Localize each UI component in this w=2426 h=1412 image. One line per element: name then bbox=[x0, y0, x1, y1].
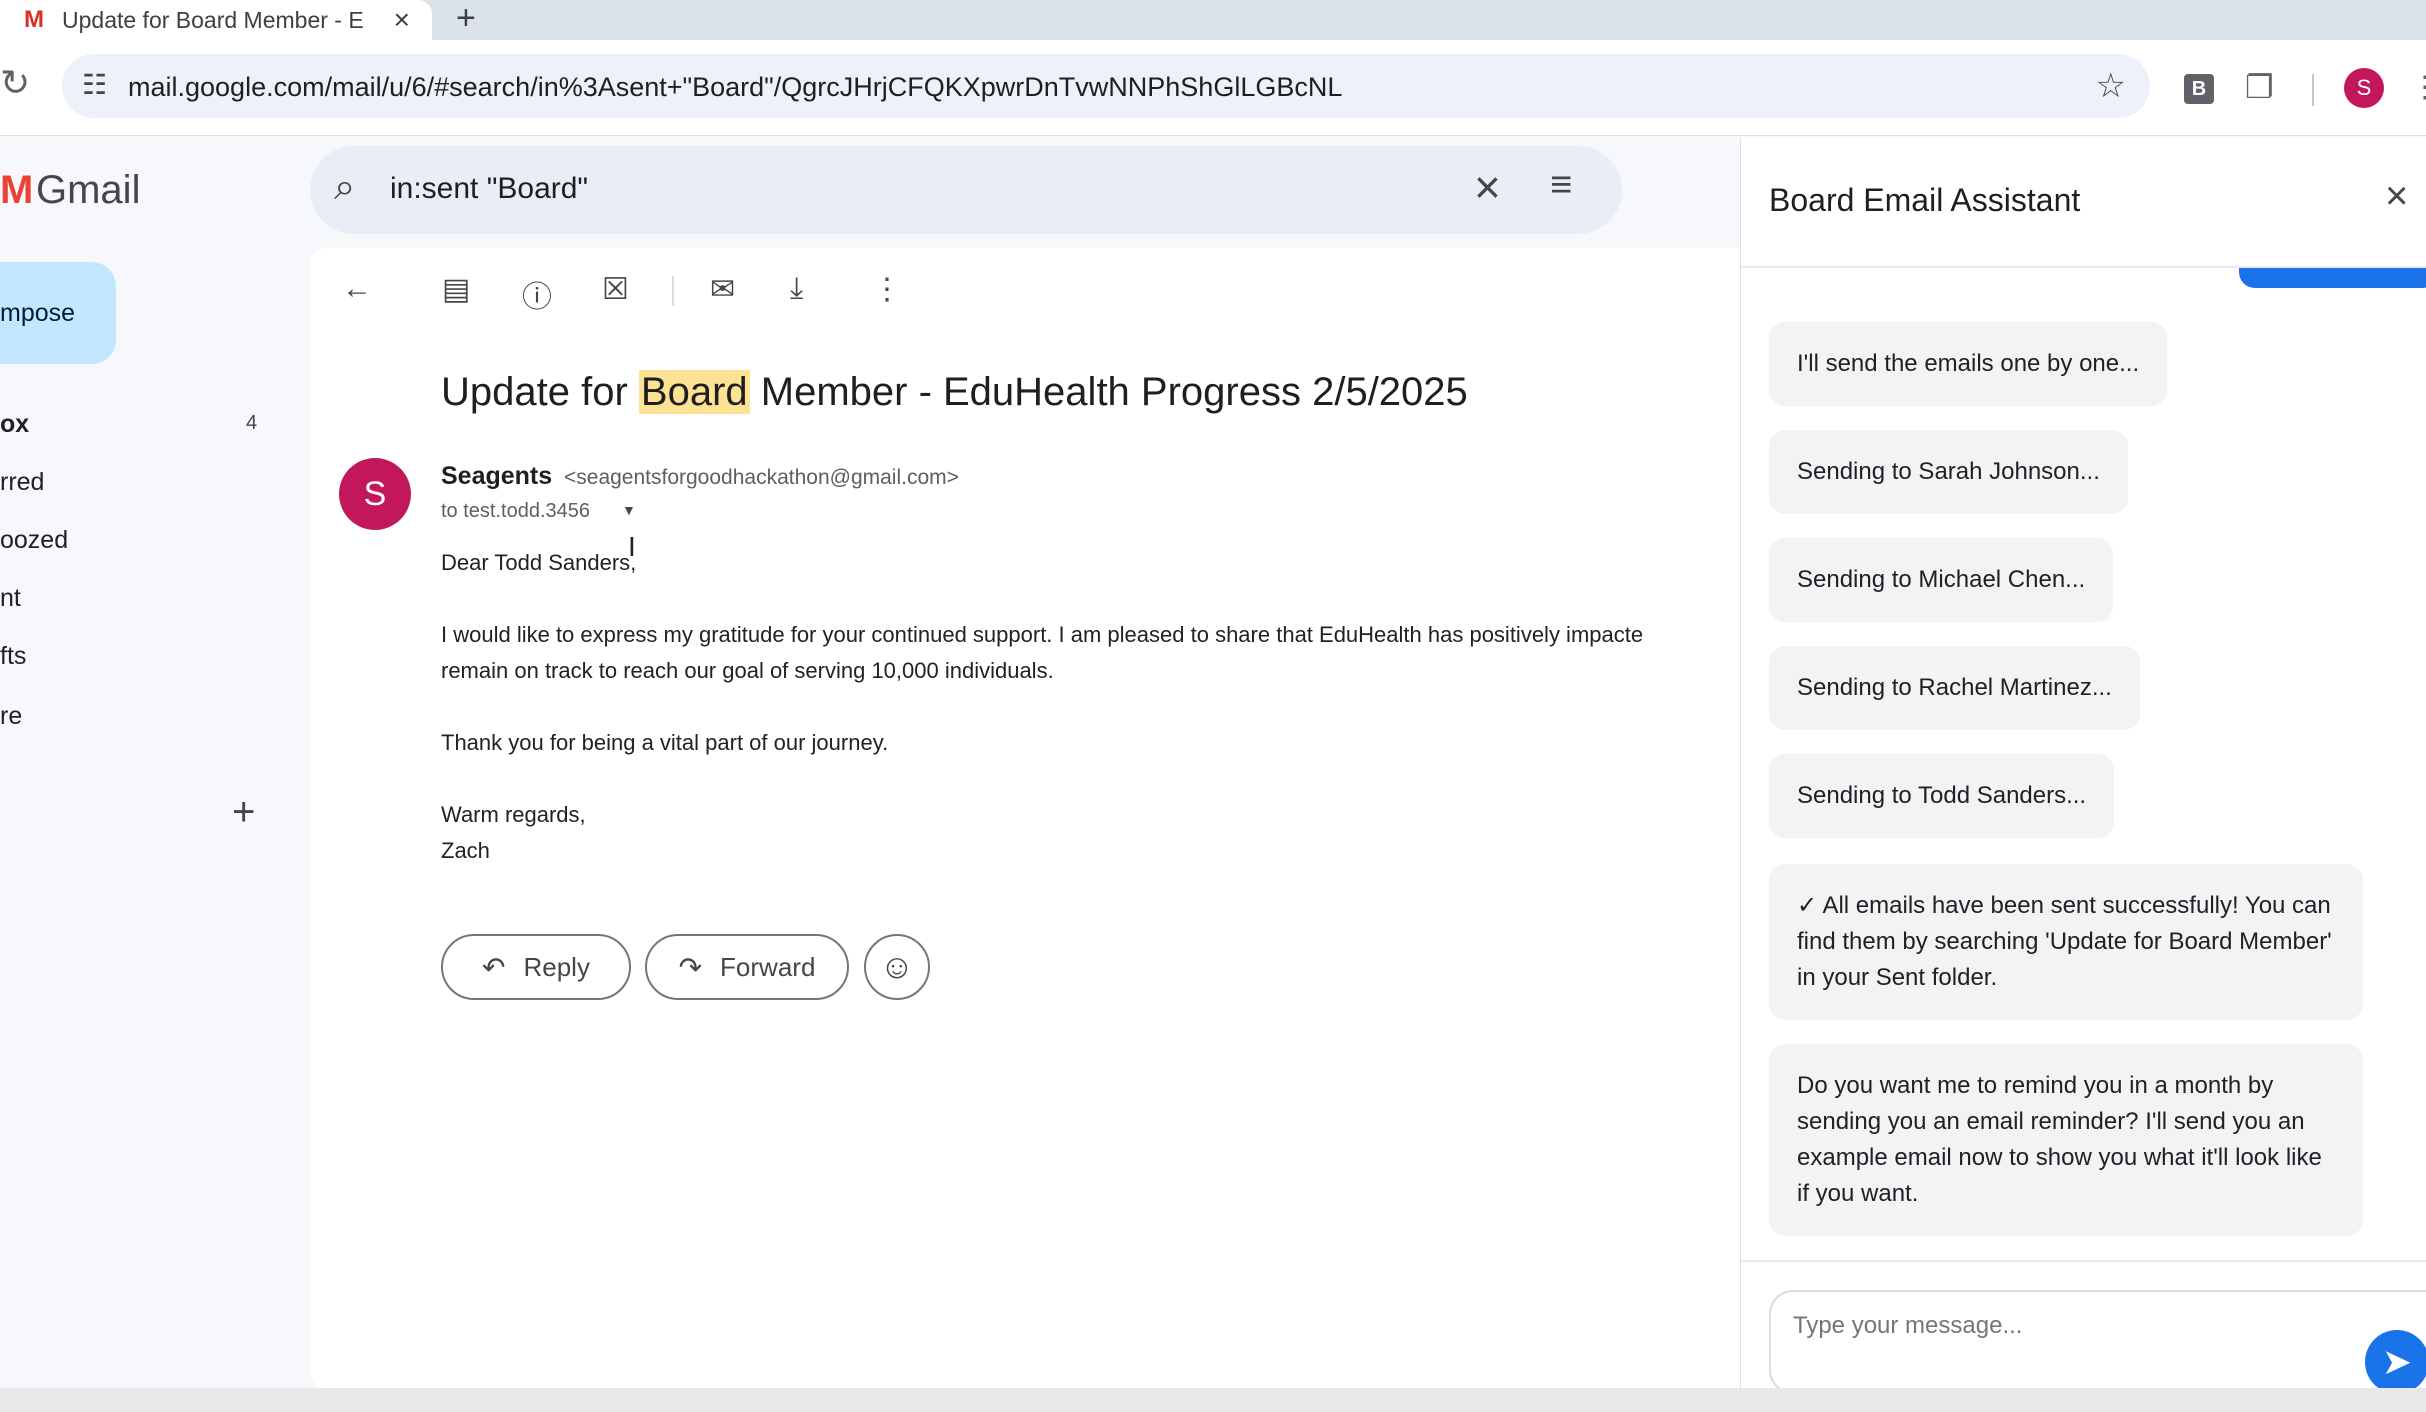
emoji-reaction-icon[interactable]: ☺ bbox=[864, 934, 930, 1000]
reply-label: Reply bbox=[523, 951, 590, 982]
report-spam-icon[interactable]: ⓘ bbox=[522, 272, 552, 316]
search-icon[interactable]: ⌕ bbox=[334, 166, 355, 209]
sidebar-item-sent[interactable]: nt bbox=[0, 584, 21, 613]
assistant-success-message: ✓ All emails have been sent successfully… bbox=[1769, 864, 2363, 1020]
tab-close-icon[interactable]: × bbox=[394, 4, 410, 36]
sender-name[interactable]: Seagents bbox=[441, 462, 552, 491]
compose-button[interactable]: mpose bbox=[0, 262, 116, 364]
reply-button[interactable]: ↶ Reply bbox=[441, 934, 631, 1000]
subject-prefix: Update for bbox=[441, 370, 639, 414]
sidebar-item-snoozed[interactable]: oozed bbox=[0, 526, 68, 555]
forward-arrow-icon: ↷ bbox=[678, 951, 703, 983]
sidebar-item-inbox[interactable]: ox bbox=[0, 410, 29, 439]
sidebar-item-drafts[interactable]: fts bbox=[0, 642, 26, 671]
email-subject: Update for Board Member - EduHealth Prog… bbox=[441, 370, 1468, 415]
recipient-line: to test.todd.3456 bbox=[441, 500, 591, 522]
assistant-message: Sending to Sarah Johnson... bbox=[1769, 430, 2128, 514]
reply-arrow-icon: ↶ bbox=[482, 951, 506, 983]
more-options-icon[interactable]: ⋮ bbox=[872, 272, 902, 307]
search-input[interactable]: in:sent "Board" bbox=[390, 172, 588, 206]
user-message-bubble bbox=[2239, 268, 2426, 288]
browser-menu-icon[interactable]: ⋮ bbox=[2410, 70, 2426, 105]
sidebar-item-starred[interactable]: rred bbox=[0, 468, 44, 497]
inbox-count: 4 bbox=[246, 412, 258, 434]
assistant-message: Sending to Rachel Martinez... bbox=[1769, 646, 2140, 730]
email-body-line-1: I would like to express my gratitude for… bbox=[441, 622, 1644, 647]
sidebar-item-more[interactable]: re bbox=[0, 702, 22, 731]
text-cursor-icon: I bbox=[628, 531, 636, 562]
assistant-message: Sending to Todd Sanders... bbox=[1769, 754, 2115, 838]
search-options-icon[interactable]: ≡ bbox=[1550, 164, 1572, 207]
move-to-icon[interactable]: ⤓ bbox=[790, 272, 803, 306]
extension-b-icon[interactable]: B bbox=[2184, 74, 2214, 104]
add-label-button[interactable]: + bbox=[232, 790, 255, 835]
toolbar-divider bbox=[2312, 74, 2314, 106]
toolbar-divider bbox=[672, 276, 674, 306]
search-highlight: Board bbox=[638, 370, 750, 414]
new-tab-button[interactable]: + bbox=[456, 0, 476, 36]
bookmark-star-icon[interactable]: ☆ bbox=[2096, 66, 2126, 106]
back-arrow-icon[interactable]: ← bbox=[342, 272, 372, 306]
input-divider bbox=[1741, 1260, 2426, 1262]
archive-icon[interactable]: ▤ bbox=[442, 272, 470, 307]
forward-button[interactable]: ↷ Forward bbox=[645, 934, 849, 1000]
browser-tabstrip: M Update for Board Member - E × + bbox=[0, 0, 2426, 40]
email-view: ← ▤ ⓘ ☒ ✉ ⤓ ⋮ Update for Board Member - … bbox=[310, 248, 1740, 1388]
gmail-logo-icon[interactable]: M bbox=[0, 168, 33, 213]
url-text[interactable]: mail.google.com/mail/u/6/#search/in%3Ase… bbox=[128, 72, 1342, 103]
reload-icon[interactable]: ↻ bbox=[0, 62, 30, 104]
email-signature: Zach bbox=[441, 838, 490, 863]
address-bar[interactable]: ☷ mail.google.com/mail/u/6/#search/in%3A… bbox=[62, 54, 2150, 118]
screen-bottom-edge bbox=[0, 1388, 2426, 1412]
delete-icon[interactable]: ☒ bbox=[602, 272, 629, 307]
email-body-line-2: remain on track to reach our goal of ser… bbox=[441, 658, 1054, 683]
sender-email: <seagentsforgoodhackathon@gmail.com> bbox=[564, 466, 959, 489]
assistant-header: Board Email Assistant × bbox=[1741, 138, 2426, 268]
tab-title: Update for Board Member - E bbox=[62, 6, 364, 33]
email-body-line-3: Thank you for being a vital part of our … bbox=[441, 730, 889, 755]
gmail-logo-text[interactable]: Gmail bbox=[36, 168, 140, 213]
close-panel-icon[interactable]: × bbox=[2385, 174, 2408, 219]
profile-avatar[interactable]: S bbox=[2344, 68, 2384, 108]
mark-unread-icon[interactable]: ✉ bbox=[710, 272, 735, 307]
extensions-puzzle-icon[interactable]: ❐ bbox=[2245, 68, 2274, 106]
assistant-message: I'll send the emails one by one... bbox=[1769, 322, 2168, 406]
subject-suffix: Member - EduHealth Progress 2/5/2025 bbox=[749, 370, 1468, 414]
email-signoff: Warm regards, bbox=[441, 802, 586, 827]
assistant-message: Sending to Michael Chen... bbox=[1769, 538, 2114, 622]
assistant-title: Board Email Assistant bbox=[1769, 182, 2081, 218]
recipient-details-caret-icon[interactable]: ▼ bbox=[622, 502, 636, 518]
site-settings-icon[interactable]: ☷ bbox=[82, 68, 107, 101]
sender-avatar[interactable]: S bbox=[339, 458, 411, 530]
assistant-panel: Board Email Assistant × I'll send the em… bbox=[1740, 138, 2426, 1412]
send-icon[interactable]: ➤ bbox=[2365, 1330, 2426, 1394]
browser-toolbar: ↻ ☷ mail.google.com/mail/u/6/#search/in%… bbox=[0, 40, 2426, 136]
clear-search-icon[interactable]: × bbox=[1474, 160, 1501, 214]
email-greeting: Dear Todd Sanders, bbox=[441, 550, 637, 575]
forward-label: Forward bbox=[720, 951, 816, 982]
message-input[interactable] bbox=[1769, 1290, 2426, 1394]
browser-tab[interactable]: M Update for Board Member - E × bbox=[0, 0, 432, 40]
search-bar[interactable]: ⌕ in:sent "Board" × ≡ bbox=[310, 146, 1622, 234]
assistant-reminder-message: Do you want me to remind you in a month … bbox=[1769, 1044, 2363, 1236]
gmail-favicon-icon: M bbox=[24, 6, 44, 33]
